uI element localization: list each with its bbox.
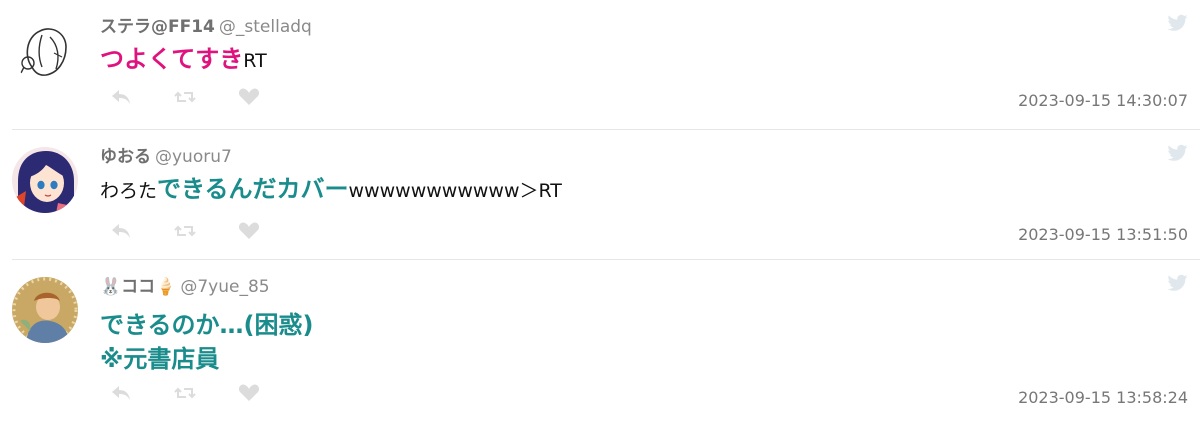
retweet-icon[interactable] xyxy=(174,384,196,402)
highlight-text: できるのか…(困惑) xyxy=(100,311,314,339)
heart-icon[interactable] xyxy=(238,222,260,240)
author-handle[interactable]: @7yue_85 xyxy=(180,277,269,297)
tweet-text: わろたできるんだカバーwwwwwwwwwww＞RT xyxy=(100,176,562,204)
tweet-actions xyxy=(110,222,260,240)
highlight-text: ※元書店員 xyxy=(100,345,220,373)
reply-icon[interactable] xyxy=(110,88,132,106)
tweet-text: つよくてすきRT xyxy=(100,46,267,74)
retweet-icon[interactable] xyxy=(174,222,196,240)
twitter-bird-icon[interactable] xyxy=(1167,14,1188,32)
twitter-bird-icon[interactable] xyxy=(1167,144,1188,162)
author-handle[interactable]: @_stelladq xyxy=(219,17,312,37)
author-name[interactable]: ステラ@FF14 xyxy=(100,17,215,37)
tweet-card: ゆおる @yuoru7 わろたできるんだカバーwwwwwwwwwww＞RT 202… xyxy=(12,130,1200,260)
tweet-card: ステラ@FF14 @_stelladq つよくてすきRT 2023-09-15 1… xyxy=(12,0,1200,130)
tweet-feed: ステラ@FF14 @_stelladq つよくてすきRT 2023-09-15 1… xyxy=(0,0,1200,438)
author-name[interactable]: ゆおる xyxy=(100,147,151,167)
avatar[interactable] xyxy=(12,17,78,83)
avatar[interactable] xyxy=(12,147,78,213)
tweet-text: できるのか…(困惑) ※元書店員 xyxy=(100,308,313,376)
twitter-bird-icon[interactable] xyxy=(1167,274,1188,292)
highlight-text: できるんだカバー xyxy=(157,175,349,203)
retweet-icon[interactable] xyxy=(174,88,196,106)
tweet-header: ステラ@FF14 @_stelladq xyxy=(100,12,312,37)
highlight-text: つよくてすき xyxy=(100,45,244,73)
ice-cream-emoji-icon: 🍦 xyxy=(155,277,177,297)
tweet-timestamp[interactable]: 2023-09-15 13:51:50 xyxy=(1018,225,1188,244)
author-handle[interactable]: @yuoru7 xyxy=(155,147,232,167)
tweet-actions xyxy=(110,384,260,402)
reply-icon[interactable] xyxy=(110,384,132,402)
plain-text: RT xyxy=(243,50,267,72)
avatar[interactable] xyxy=(12,277,78,343)
tweet-actions xyxy=(110,88,260,106)
tweet-header: ゆおる @yuoru7 xyxy=(100,142,232,167)
plain-text: wwwwwwwwwww＞RT xyxy=(348,180,562,202)
author-name[interactable]: 🐰ココ🍦 xyxy=(100,277,176,297)
tweet-header: 🐰ココ🍦 @7yue_85 xyxy=(100,272,270,297)
tweet-timestamp[interactable]: 2023-09-15 14:30:07 xyxy=(1018,91,1188,110)
tweet-timestamp[interactable]: 2023-09-15 13:58:24 xyxy=(1018,388,1188,407)
reply-icon[interactable] xyxy=(110,222,132,240)
tweet-card: 🐰ココ🍦 @7yue_85 できるのか…(困惑) ※元書店員 2023-09-15… xyxy=(12,260,1200,438)
plain-text: わろた xyxy=(100,180,158,202)
heart-icon[interactable] xyxy=(238,88,260,106)
heart-icon[interactable] xyxy=(238,384,260,402)
rabbit-emoji-icon: 🐰 xyxy=(100,277,122,297)
